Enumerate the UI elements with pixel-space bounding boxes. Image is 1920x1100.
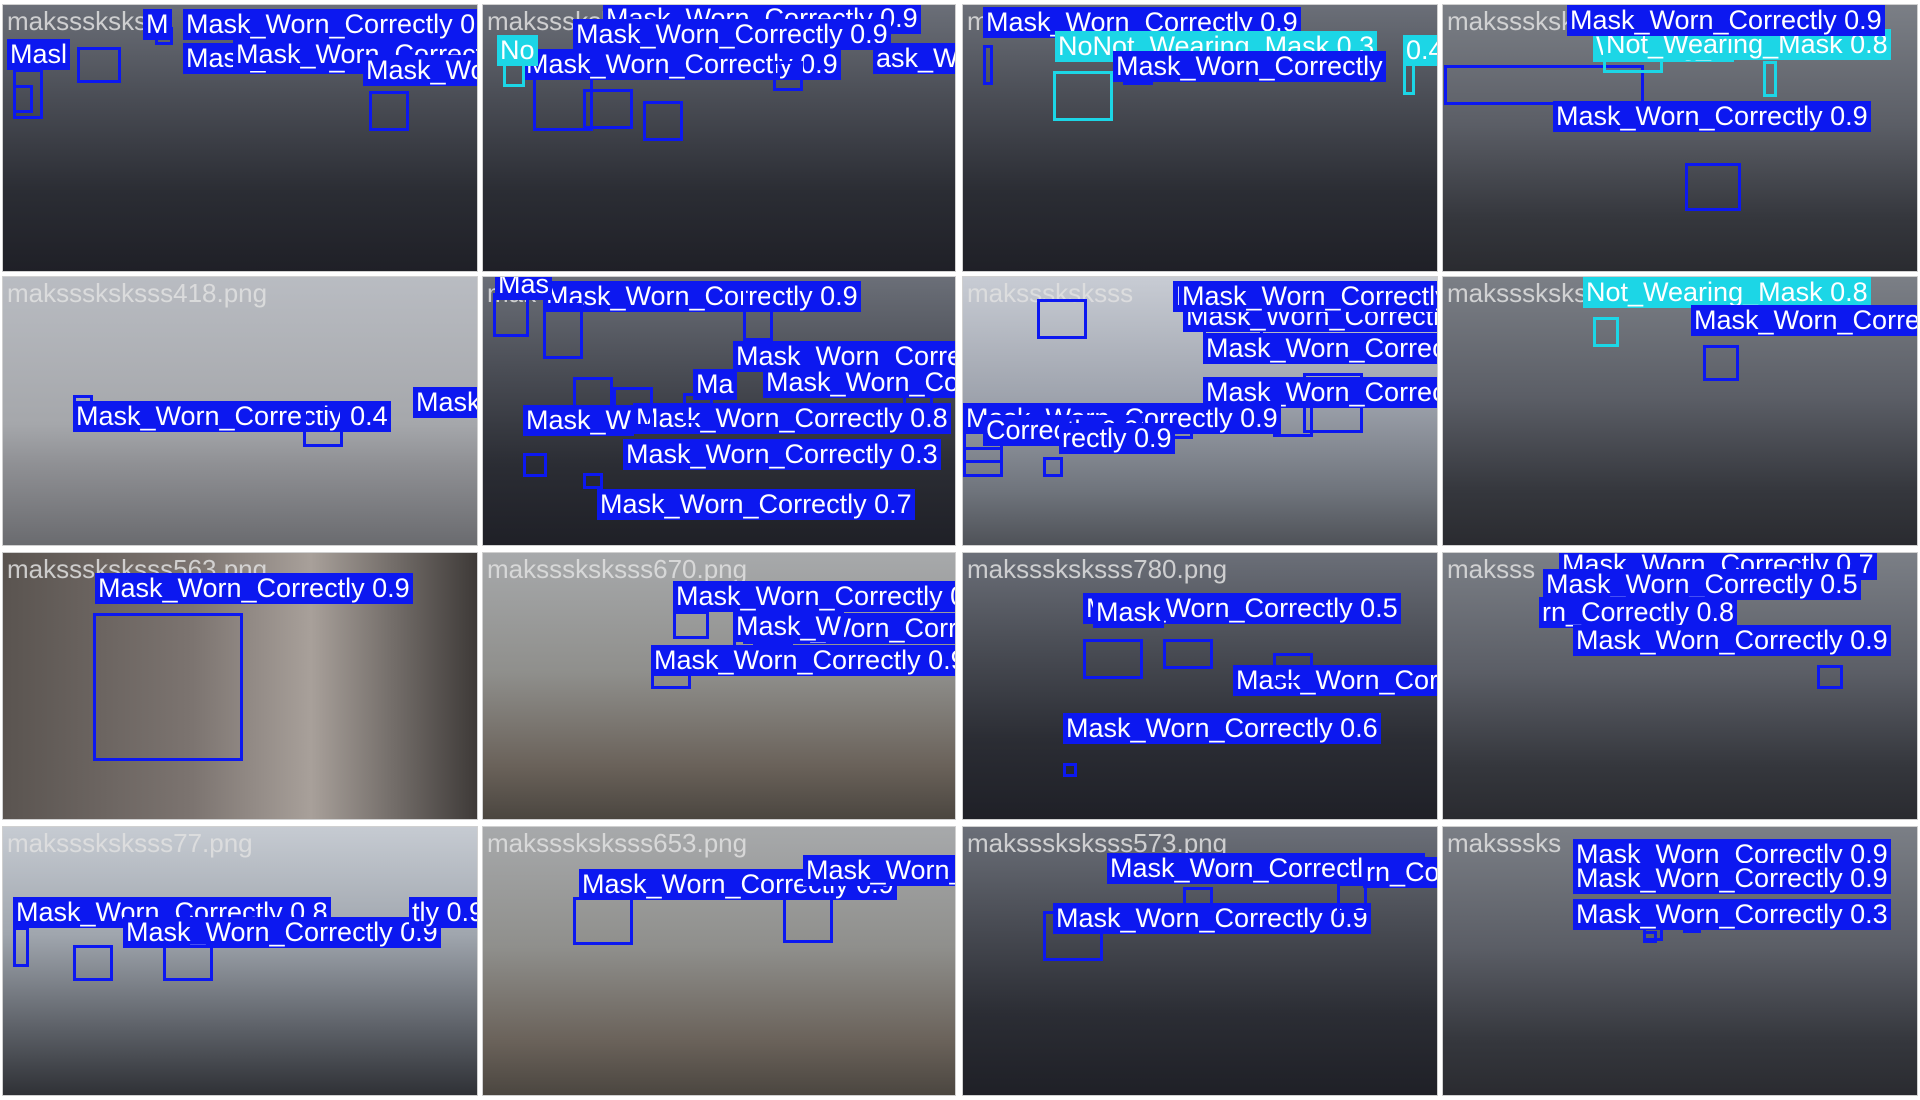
- bounding-box: [1163, 639, 1213, 669]
- image-tile: maksssksksss670.pngMask_Worn_Correctly 0…: [482, 552, 956, 820]
- image-tile: maksssksks Mask_Worn_Correctly 0.9 Mask_Wo…: [2, 4, 478, 272]
- detection-label: Mask_Worn_Correctly 0.9: [1691, 305, 1917, 336]
- bounding-box: [743, 281, 773, 341]
- detection-label: rectly 0.9: [1059, 423, 1175, 454]
- detection-label: Mask_Worn_Correctly 0.8: [413, 387, 477, 418]
- detection-label: ask_Worn_Corre: [873, 43, 955, 74]
- detection-label: Mask_Worn_Correctly 0.9: [1053, 903, 1371, 934]
- detection-label: Mask_Worn_Correctly 0.9: [1553, 101, 1871, 132]
- detection-label: Mask_Worn_Correctly 0.9: [673, 581, 955, 612]
- image-tile: maksssksks Not_Wearing_Mask 0.8 Mask_Worn_…: [1442, 276, 1918, 546]
- bounding-box: [543, 303, 583, 359]
- detection-label: Mask_Worn_Correctly 0.9: [1203, 333, 1437, 364]
- bounding-box: [1763, 61, 1777, 97]
- bounding-box: [13, 927, 29, 967]
- detection-label: rn_Correctly 0.8: [1539, 597, 1738, 628]
- image-tile: maksssksksss418.png Mask_Worn_Correctly 0…: [2, 276, 478, 546]
- detection-label: M: [143, 9, 172, 40]
- bounding-box: [1083, 639, 1143, 679]
- detection-label: Mask_Worn_Correctly 0.8: [633, 403, 951, 434]
- bounding-box: [303, 407, 343, 447]
- bounding-box: [503, 63, 525, 87]
- detection-label: Mask_Worn_Correctly 0.9: [183, 9, 477, 40]
- bounding-box: [643, 101, 683, 141]
- image-tile: maksssksksssMask_Worn_Correctly 0.9NoNot…: [962, 4, 1438, 272]
- bounding-box: [573, 897, 633, 945]
- image-tile: maksssksksss573.png Mask_Worn_Correctly 0…: [962, 826, 1438, 1096]
- detection-label: Not_Wearing_Mask 0.8: [1583, 277, 1871, 308]
- detection-label: Mas: [495, 277, 553, 300]
- bounding-box: [1643, 931, 1657, 943]
- detection-label: Mask_Worn_Correctly 0.9: [573, 19, 891, 50]
- detection-label: Mask_Worn_Correctly 0.7: [597, 489, 915, 520]
- detection-label: Mask_Worn_Correctly 0.9: [543, 281, 861, 312]
- detection-label: Mask_Worn_Correctly 0.9: [1573, 863, 1891, 894]
- bounding-box: [523, 453, 547, 477]
- bounding-box: [783, 897, 833, 943]
- detection-label: Mask: [1093, 597, 1164, 628]
- bounding-box: [583, 473, 603, 489]
- bounding-box: [583, 89, 633, 129]
- bounding-box: [1063, 763, 1077, 777]
- detection-label: Mask_Worn_Correctly 0.5: [1543, 569, 1861, 600]
- image-tile: maksssksksssMask_Worn_Correctly 0.9Mask_…: [962, 276, 1438, 546]
- detection-label: Mask_Worn_Correctly 0.6: [1063, 713, 1381, 744]
- detection-label: rn_Corre: [1363, 857, 1437, 888]
- bounding-box: [673, 611, 709, 639]
- bounding-box: [1593, 317, 1619, 347]
- detection-label: Mask_Worn_Correctly 0.9: [123, 917, 441, 948]
- bounding-box: [93, 613, 243, 761]
- bounding-box: [163, 945, 213, 981]
- image-tile: maksssksksss780.png Mask_Worn_Correctly 0…: [962, 552, 1438, 820]
- image-tile: makMask_Worn_Correctly 0.9Mask_Worn_Corr…: [482, 276, 956, 546]
- detection-label: Mask_Worn_Correctly 0.9: [651, 645, 955, 676]
- image-tile: maksssksksss77.png Mask_Worn_Correctly 0.…: [2, 826, 478, 1096]
- detection-label: Mask_Worn_Correctly 0.3: [1573, 899, 1891, 930]
- bounding-box: [73, 945, 113, 981]
- image-tile: maksssks Mask_Worn_Correctly 0.9 Mask_Worn…: [1442, 826, 1918, 1096]
- bounding-box: [1685, 163, 1741, 211]
- bounding-box: [1037, 299, 1087, 339]
- detection-label: Mask_Worn_Correctly: [1113, 51, 1386, 82]
- detection-label: Mask_W: [523, 405, 635, 436]
- image-tile: maksssksksss653.png Mask_Worn_Correctly 0…: [482, 826, 956, 1096]
- bounding-box: [963, 447, 1003, 477]
- detection-results-grid: maksssksks Mask_Worn_Correctly 0.9 Mask_Wo…: [0, 0, 1920, 1100]
- bounding-box: [1817, 665, 1843, 689]
- image-tile: maksssksksMask_Worn_Correctly 0.9Wearing…: [1442, 4, 1918, 272]
- image-tile: maksssksksss563.png Mask_Worn_Correctly 0…: [2, 552, 478, 820]
- detection-label: Mask_Worn: [363, 55, 477, 86]
- detection-label: Mask_Worn_Correctly 0.5: [1179, 281, 1437, 312]
- detection-label: No: [497, 35, 538, 66]
- detection-label: Mask_Worn_Correctly: [803, 855, 955, 886]
- bounding-box: [1703, 345, 1739, 381]
- detection-label: Mask_Worn_Correctly 0.9: [1567, 5, 1885, 36]
- bounding-box: [369, 91, 409, 131]
- detection-label: Mask_W: [733, 611, 845, 642]
- image-tile: maksss Mask_Worn_Correctly 0.7 Mask_Worn_C…: [1442, 552, 1918, 820]
- detection-label: tly 0.9: [409, 897, 477, 928]
- bounding-box: [983, 45, 993, 85]
- bounding-box: [77, 47, 121, 83]
- detection-label: Ma: [693, 369, 737, 400]
- detection-label: Mask_Worn_Correctly 0.9: [1233, 665, 1437, 696]
- detection-label: Mask_Worn_Correctly 0.9: [763, 367, 955, 398]
- bounding-box: [1403, 61, 1415, 95]
- bounding-box: [13, 85, 33, 113]
- detection-label: Masl: [7, 39, 71, 70]
- bounding-box: [1273, 653, 1313, 683]
- detection-label: 0.4: [1403, 35, 1437, 66]
- detection-label: Mask_Worn_Correctly 0.9: [1573, 625, 1891, 656]
- image-tile: maksssksks784.pngMask_Worn_Correctly 0.9…: [482, 4, 956, 272]
- detection-label: Mask_Worn_Correctly 0.9: [95, 573, 413, 604]
- bounding-box: [1053, 71, 1113, 121]
- detection-label: Mask_Worn_Correctly 0.3: [623, 439, 941, 470]
- bounding-box: [1043, 457, 1063, 477]
- bounding-box: [773, 61, 803, 91]
